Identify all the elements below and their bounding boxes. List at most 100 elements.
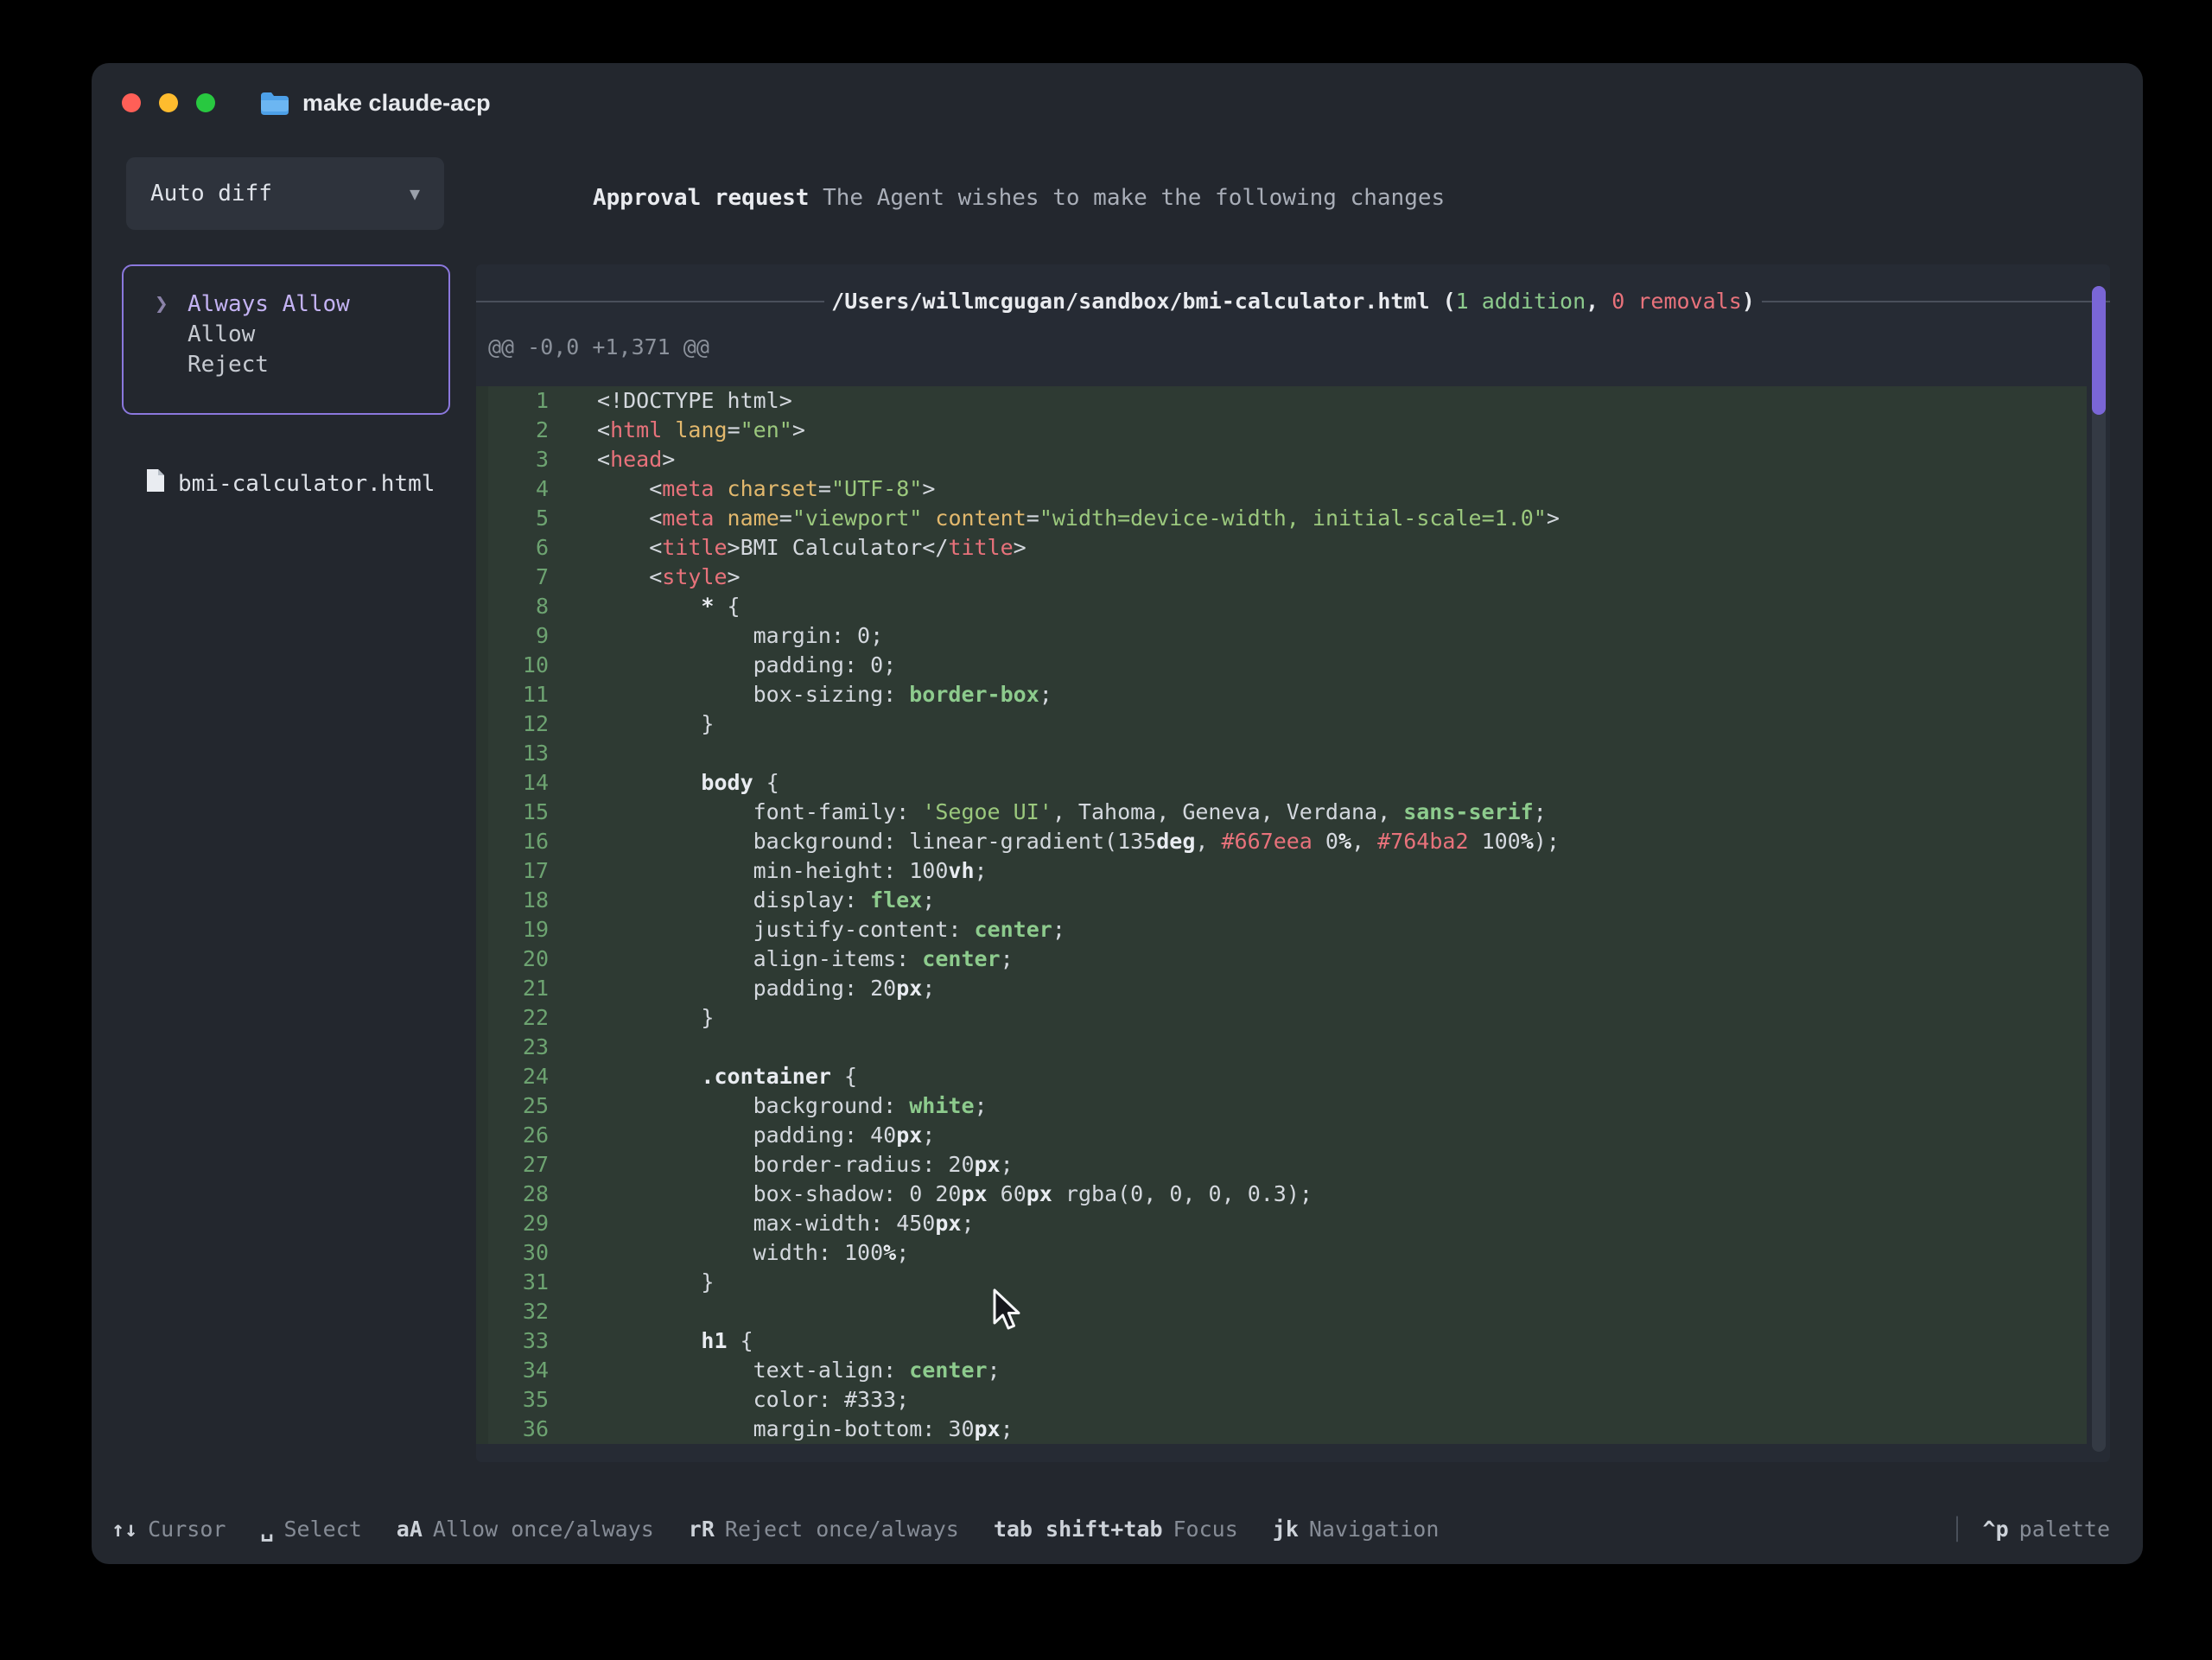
footer-binding-cursor[interactable]: ↑↓Cursor xyxy=(111,1517,226,1542)
code-line: 26 padding: 40px; xyxy=(476,1121,2087,1150)
code-line: 20 align-items: center; xyxy=(476,944,2087,974)
code-text: <html lang="en"> xyxy=(571,416,805,445)
line-number: 18 xyxy=(476,886,571,915)
footer-binding-reject-once-always[interactable]: rRReject once/always xyxy=(689,1517,959,1542)
code-line: 21 padding: 20px; xyxy=(476,974,2087,1003)
code-line: 11 box-sizing: border-box; xyxy=(476,680,2087,709)
line-number: 19 xyxy=(476,915,571,944)
code-line: 29 max-width: 450px; xyxy=(476,1209,2087,1238)
code-text: } xyxy=(571,1003,714,1033)
line-number: 11 xyxy=(476,680,571,709)
code-text: justify-content: center; xyxy=(571,915,1065,944)
line-number: 10 xyxy=(476,651,571,680)
line-number: 15 xyxy=(476,798,571,827)
approval-box: ❯Always AllowAllowReject xyxy=(122,264,450,415)
code-line: 36 margin-bottom: 30px; xyxy=(476,1415,2087,1444)
code-line: 9 margin: 0; xyxy=(476,621,2087,651)
approval-option-allow[interactable]: Allow xyxy=(155,319,448,349)
code-line: 17 min-height: 100vh; xyxy=(476,856,2087,886)
code-line: 8 * { xyxy=(476,592,2087,621)
line-number: 9 xyxy=(476,621,571,651)
removals-count: 0 removals xyxy=(1611,289,1742,314)
footer-binding-allow-once-always[interactable]: aA Allow once/always xyxy=(397,1517,654,1542)
title-rule-right xyxy=(1762,301,2110,302)
footer-binding-select[interactable]: ␣ Select xyxy=(260,1517,361,1542)
code-text xyxy=(571,739,597,768)
line-number: 27 xyxy=(476,1150,571,1180)
line-number: 22 xyxy=(476,1003,571,1033)
code-text: } xyxy=(571,709,714,739)
code-text: display: flex; xyxy=(571,886,935,915)
code-line: 10 padding: 0; xyxy=(476,651,2087,680)
code-text: body { xyxy=(571,768,779,798)
code-text: padding: 20px; xyxy=(571,974,935,1003)
code-line: 30 width: 100%; xyxy=(476,1238,2087,1268)
code-line: 7 <style> xyxy=(476,563,2087,592)
diff-mode-dropdown[interactable]: Auto diff ▼ xyxy=(126,157,444,230)
minimize-button[interactable] xyxy=(159,93,178,112)
code-line: 25 background: white; xyxy=(476,1091,2087,1121)
approval-request-title: Approval request xyxy=(593,185,809,211)
key-hint: aA xyxy=(397,1517,423,1542)
diff-code[interactable]: 1<!DOCTYPE html>2<html lang="en">3<head>… xyxy=(476,386,2087,1444)
approval-request-subtitle: The Agent wishes to make the following c… xyxy=(809,185,1445,211)
scrollbar-thumb[interactable] xyxy=(2092,286,2106,415)
line-number: 16 xyxy=(476,827,571,856)
chevron-down-icon: ▼ xyxy=(410,183,420,204)
footer-left: ↑↓Cursor ␣ Select aA Allow once/always rRReje… xyxy=(111,1517,1439,1542)
code-text: * { xyxy=(571,592,741,621)
code-line: 5 <meta name="viewport" content="width=d… xyxy=(476,504,2087,533)
line-number: 3 xyxy=(476,445,571,474)
close-button[interactable] xyxy=(122,93,141,112)
key-hint-label: Select xyxy=(283,1517,361,1542)
approval-option-always-allow[interactable]: ❯Always Allow xyxy=(155,289,448,319)
footer-right: │ ^ppalette xyxy=(1950,1517,2110,1542)
line-number: 32 xyxy=(476,1297,571,1326)
stats-close: ) xyxy=(1742,289,1755,314)
code-line: 6 <title>BMI Calculator</title> xyxy=(476,533,2087,563)
diff-panel: /Users/willmcgugan/sandbox/bmi-calculato… xyxy=(476,264,2110,1462)
code-text: <meta name="viewport" content="width=dev… xyxy=(571,504,1560,533)
line-number: 2 xyxy=(476,416,571,445)
mouse-cursor-icon xyxy=(989,1287,1024,1339)
code-line: 3<head> xyxy=(476,445,2087,474)
code-text xyxy=(571,1297,597,1326)
line-number: 29 xyxy=(476,1209,571,1238)
line-number: 20 xyxy=(476,944,571,974)
palette-label: palette xyxy=(2019,1517,2110,1542)
footer-binding-focus[interactable]: tab shift+tabFocus xyxy=(994,1517,1238,1542)
line-number: 36 xyxy=(476,1415,571,1444)
diff-mode-value: Auto diff xyxy=(150,181,272,207)
line-number: 33 xyxy=(476,1326,571,1356)
code-line: 31 } xyxy=(476,1268,2087,1297)
key-hint-label: Navigation xyxy=(1309,1517,1440,1542)
line-number: 34 xyxy=(476,1356,571,1385)
key-hint-label: Allow once/always xyxy=(433,1517,654,1542)
code-text: <!DOCTYPE html> xyxy=(571,386,792,416)
code-line: 28 box-shadow: 0 20px 60px rgba(0, 0, 0,… xyxy=(476,1180,2087,1209)
line-number: 5 xyxy=(476,504,571,533)
code-text: <title>BMI Calculator</title> xyxy=(571,533,1027,563)
palette-shortcut[interactable]: ^ppalette xyxy=(1983,1517,2110,1542)
code-line: 1<!DOCTYPE html> xyxy=(476,386,2087,416)
code-line: 23 xyxy=(476,1033,2087,1062)
file-item[interactable]: bmi-calculator.html xyxy=(145,467,435,499)
scrollbar[interactable] xyxy=(2092,286,2106,1452)
code-line: 16 background: linear-gradient(135deg, #… xyxy=(476,827,2087,856)
code-text: background: linear-gradient(135deg, #667… xyxy=(571,827,1560,856)
code-line: 19 justify-content: center; xyxy=(476,915,2087,944)
code-line: 27 border-radius: 20px; xyxy=(476,1150,2087,1180)
approval-option-reject[interactable]: Reject xyxy=(155,349,448,379)
footer-binding-navigation[interactable]: jkNavigation xyxy=(1273,1517,1440,1542)
line-number: 31 xyxy=(476,1268,571,1297)
key-hint: ␣ xyxy=(260,1517,273,1542)
title-rule-left xyxy=(476,301,824,302)
code-text: margin: 0; xyxy=(571,621,883,651)
zoom-button[interactable] xyxy=(196,93,215,112)
approval-option-label: Allow xyxy=(188,321,255,347)
code-text: width: 100%; xyxy=(571,1238,909,1268)
code-line: 15 font-family: 'Segoe UI', Tahoma, Gene… xyxy=(476,798,2087,827)
key-hint: rR xyxy=(689,1517,715,1542)
line-number: 26 xyxy=(476,1121,571,1150)
code-text: .container { xyxy=(571,1062,857,1091)
